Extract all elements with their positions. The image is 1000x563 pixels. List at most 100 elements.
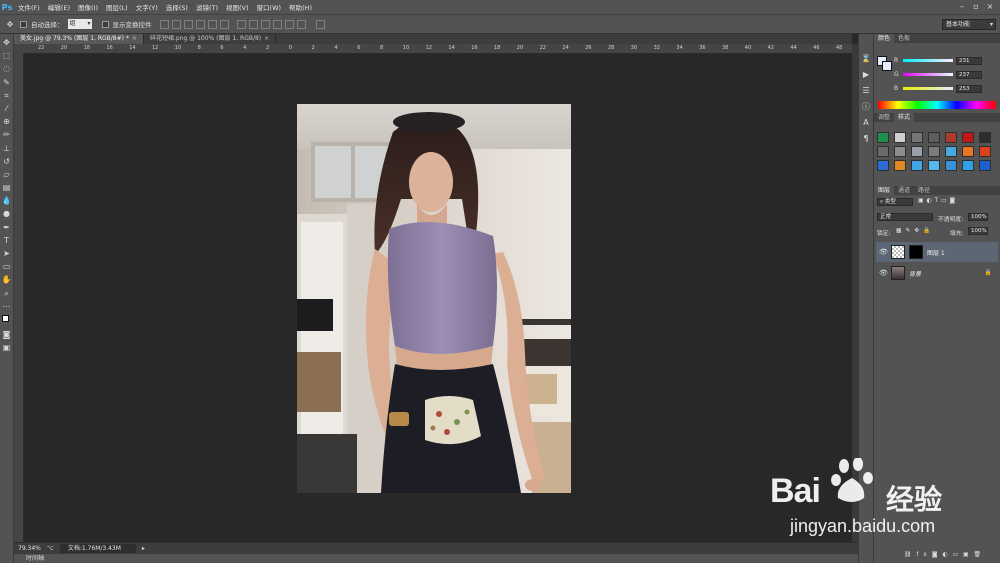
style-swatch[interactable] xyxy=(911,160,923,171)
style-swatch[interactable] xyxy=(979,146,991,157)
menu-layer[interactable]: 图层(L) xyxy=(102,2,132,12)
export-icon[interactable]: ⌥ xyxy=(47,545,54,552)
shape-tool-icon[interactable]: ▭ xyxy=(2,262,12,273)
pen-tool-icon[interactable]: ✒ xyxy=(2,223,12,234)
style-swatch[interactable] xyxy=(962,146,974,157)
close-icon[interactable]: × xyxy=(264,35,269,42)
move-tool-preset-icon[interactable]: ✥ xyxy=(4,18,16,30)
gradient-tool-icon[interactable]: ▤ xyxy=(2,183,12,194)
style-swatch[interactable] xyxy=(945,160,957,171)
actions-panel-icon[interactable]: ▶ xyxy=(861,70,871,80)
align-vcenter-icon[interactable] xyxy=(171,19,181,29)
style-swatch[interactable] xyxy=(979,132,991,143)
menu-window[interactable]: 窗口(W) xyxy=(253,2,286,12)
style-swatch[interactable] xyxy=(962,132,974,143)
blue-slider[interactable] xyxy=(903,87,953,90)
style-swatch[interactable] xyxy=(894,146,906,157)
type-tool-icon[interactable]: T xyxy=(2,236,12,247)
align-right-icon[interactable] xyxy=(219,19,229,29)
align-left-icon[interactable] xyxy=(195,19,205,29)
menu-view[interactable]: 视图(V) xyxy=(222,2,253,12)
layer-mask-thumbnail[interactable] xyxy=(909,245,923,259)
menu-file[interactable]: 文件(F) xyxy=(14,2,44,12)
tab-swatches[interactable]: 色板 xyxy=(894,34,914,43)
tab-paths[interactable]: 路径 xyxy=(914,186,934,195)
close-icon[interactable]: × xyxy=(986,3,994,11)
layer-row-layer1[interactable]: 👁 图层 1 xyxy=(876,242,998,262)
more-tools-icon[interactable]: ⋯ xyxy=(2,302,12,313)
style-swatch[interactable] xyxy=(945,132,957,143)
healing-brush-tool-icon[interactable]: ⊕ xyxy=(2,117,12,128)
style-swatch[interactable] xyxy=(894,132,906,143)
crop-tool-icon[interactable]: ⌗ xyxy=(2,91,12,102)
style-swatch[interactable] xyxy=(877,160,889,171)
distribute-hcenter-icon[interactable] xyxy=(284,19,294,29)
path-selection-tool-icon[interactable]: ➤ xyxy=(2,249,12,260)
zoom-tool-icon[interactable]: ⌕ xyxy=(2,289,12,300)
color-swatches[interactable] xyxy=(1,314,12,327)
maximize-icon[interactable]: ▫ xyxy=(972,3,980,11)
vertical-ruler[interactable] xyxy=(14,54,24,542)
fill-input[interactable]: 100% xyxy=(968,227,988,235)
eye-icon[interactable]: 👁 xyxy=(879,269,888,277)
layer-row-background[interactable]: 👁 背景 🔒 xyxy=(876,263,998,283)
tab-adjustments[interactable]: 调整 xyxy=(874,113,894,122)
history-brush-tool-icon[interactable]: ↺ xyxy=(2,157,12,168)
blend-mode-dropdown[interactable]: 正常 xyxy=(877,213,933,221)
menu-type[interactable]: 文字(Y) xyxy=(132,2,162,12)
layer-filter-icons[interactable]: ▣◐T▭◙ xyxy=(918,198,958,204)
style-swatch[interactable] xyxy=(911,146,923,157)
layer-name[interactable]: 背景 xyxy=(909,269,921,278)
document-image[interactable] xyxy=(297,104,571,493)
menu-filter[interactable]: 滤镜(T) xyxy=(192,2,222,12)
tab-suihua[interactable]: 碎花短裙.png @ 100% (图层 1, RGB/8) × xyxy=(144,34,277,44)
eye-icon[interactable]: 👁 xyxy=(879,248,888,256)
menu-edit[interactable]: 编辑(E) xyxy=(44,2,74,12)
character-panel-icon[interactable]: A xyxy=(861,118,871,128)
quick-mask-icon[interactable]: ◙ xyxy=(2,330,12,341)
paragraph-panel-icon[interactable]: ¶ xyxy=(861,134,871,144)
hand-tool-icon[interactable]: ✋ xyxy=(2,275,12,286)
style-swatch[interactable] xyxy=(911,132,923,143)
info-panel-icon[interactable]: ⓘ xyxy=(861,102,871,112)
color-spectrum[interactable] xyxy=(878,101,996,109)
lock-icons[interactable]: ▦✎✥🔒 xyxy=(896,228,934,234)
distribute-bottom-icon[interactable] xyxy=(260,19,270,29)
clone-stamp-tool-icon[interactable]: ⊥ xyxy=(2,144,12,155)
tab-channels[interactable]: 通道 xyxy=(894,186,914,195)
green-value[interactable]: 237 xyxy=(956,70,982,79)
red-slider[interactable] xyxy=(903,59,953,62)
style-swatch[interactable] xyxy=(928,160,940,171)
eraser-tool-icon[interactable]: ▱ xyxy=(2,170,12,181)
tab-color[interactable]: 颜色 xyxy=(874,34,895,43)
align-top-icon[interactable] xyxy=(159,19,169,29)
color-panel-background-swatch[interactable] xyxy=(882,61,892,71)
blue-value[interactable]: 253 xyxy=(956,84,982,93)
menu-help[interactable]: 帮助(H) xyxy=(285,2,316,12)
auto-align-icon[interactable] xyxy=(315,19,325,29)
style-swatch[interactable] xyxy=(979,160,991,171)
move-tool-icon[interactable]: ✥ xyxy=(2,38,12,49)
opacity-input[interactable]: 100% xyxy=(968,213,988,221)
align-hcenter-icon[interactable] xyxy=(207,19,217,29)
layer-name[interactable]: 图层 1 xyxy=(927,248,945,257)
style-swatch[interactable] xyxy=(877,132,889,143)
style-swatch[interactable] xyxy=(945,146,957,157)
zoom-level[interactable]: 79.34% xyxy=(18,545,41,552)
style-swatch[interactable] xyxy=(928,132,940,143)
eyedropper-tool-icon[interactable]: ⁄ xyxy=(2,104,12,115)
dodge-tool-icon[interactable]: ● xyxy=(2,209,12,220)
properties-panel-icon[interactable]: ☰ xyxy=(861,86,871,96)
menu-select[interactable]: 选择(S) xyxy=(162,2,192,12)
align-bottom-icon[interactable] xyxy=(183,19,193,29)
green-slider[interactable] xyxy=(903,73,953,76)
red-value[interactable]: 231 xyxy=(956,56,982,65)
quick-select-tool-icon[interactable]: ✎ xyxy=(2,78,12,89)
distribute-left-icon[interactable] xyxy=(272,19,282,29)
foreground-color-swatch[interactable] xyxy=(1,314,9,322)
layer-actions-icons[interactable]: ⛓fx◙◐▭▣🗑 xyxy=(904,552,986,558)
brush-tool-icon[interactable]: ✏ xyxy=(2,130,12,141)
close-icon[interactable]: × xyxy=(132,35,137,42)
distribute-right-icon[interactable] xyxy=(296,19,306,29)
menu-image[interactable]: 图像(I) xyxy=(74,2,102,12)
